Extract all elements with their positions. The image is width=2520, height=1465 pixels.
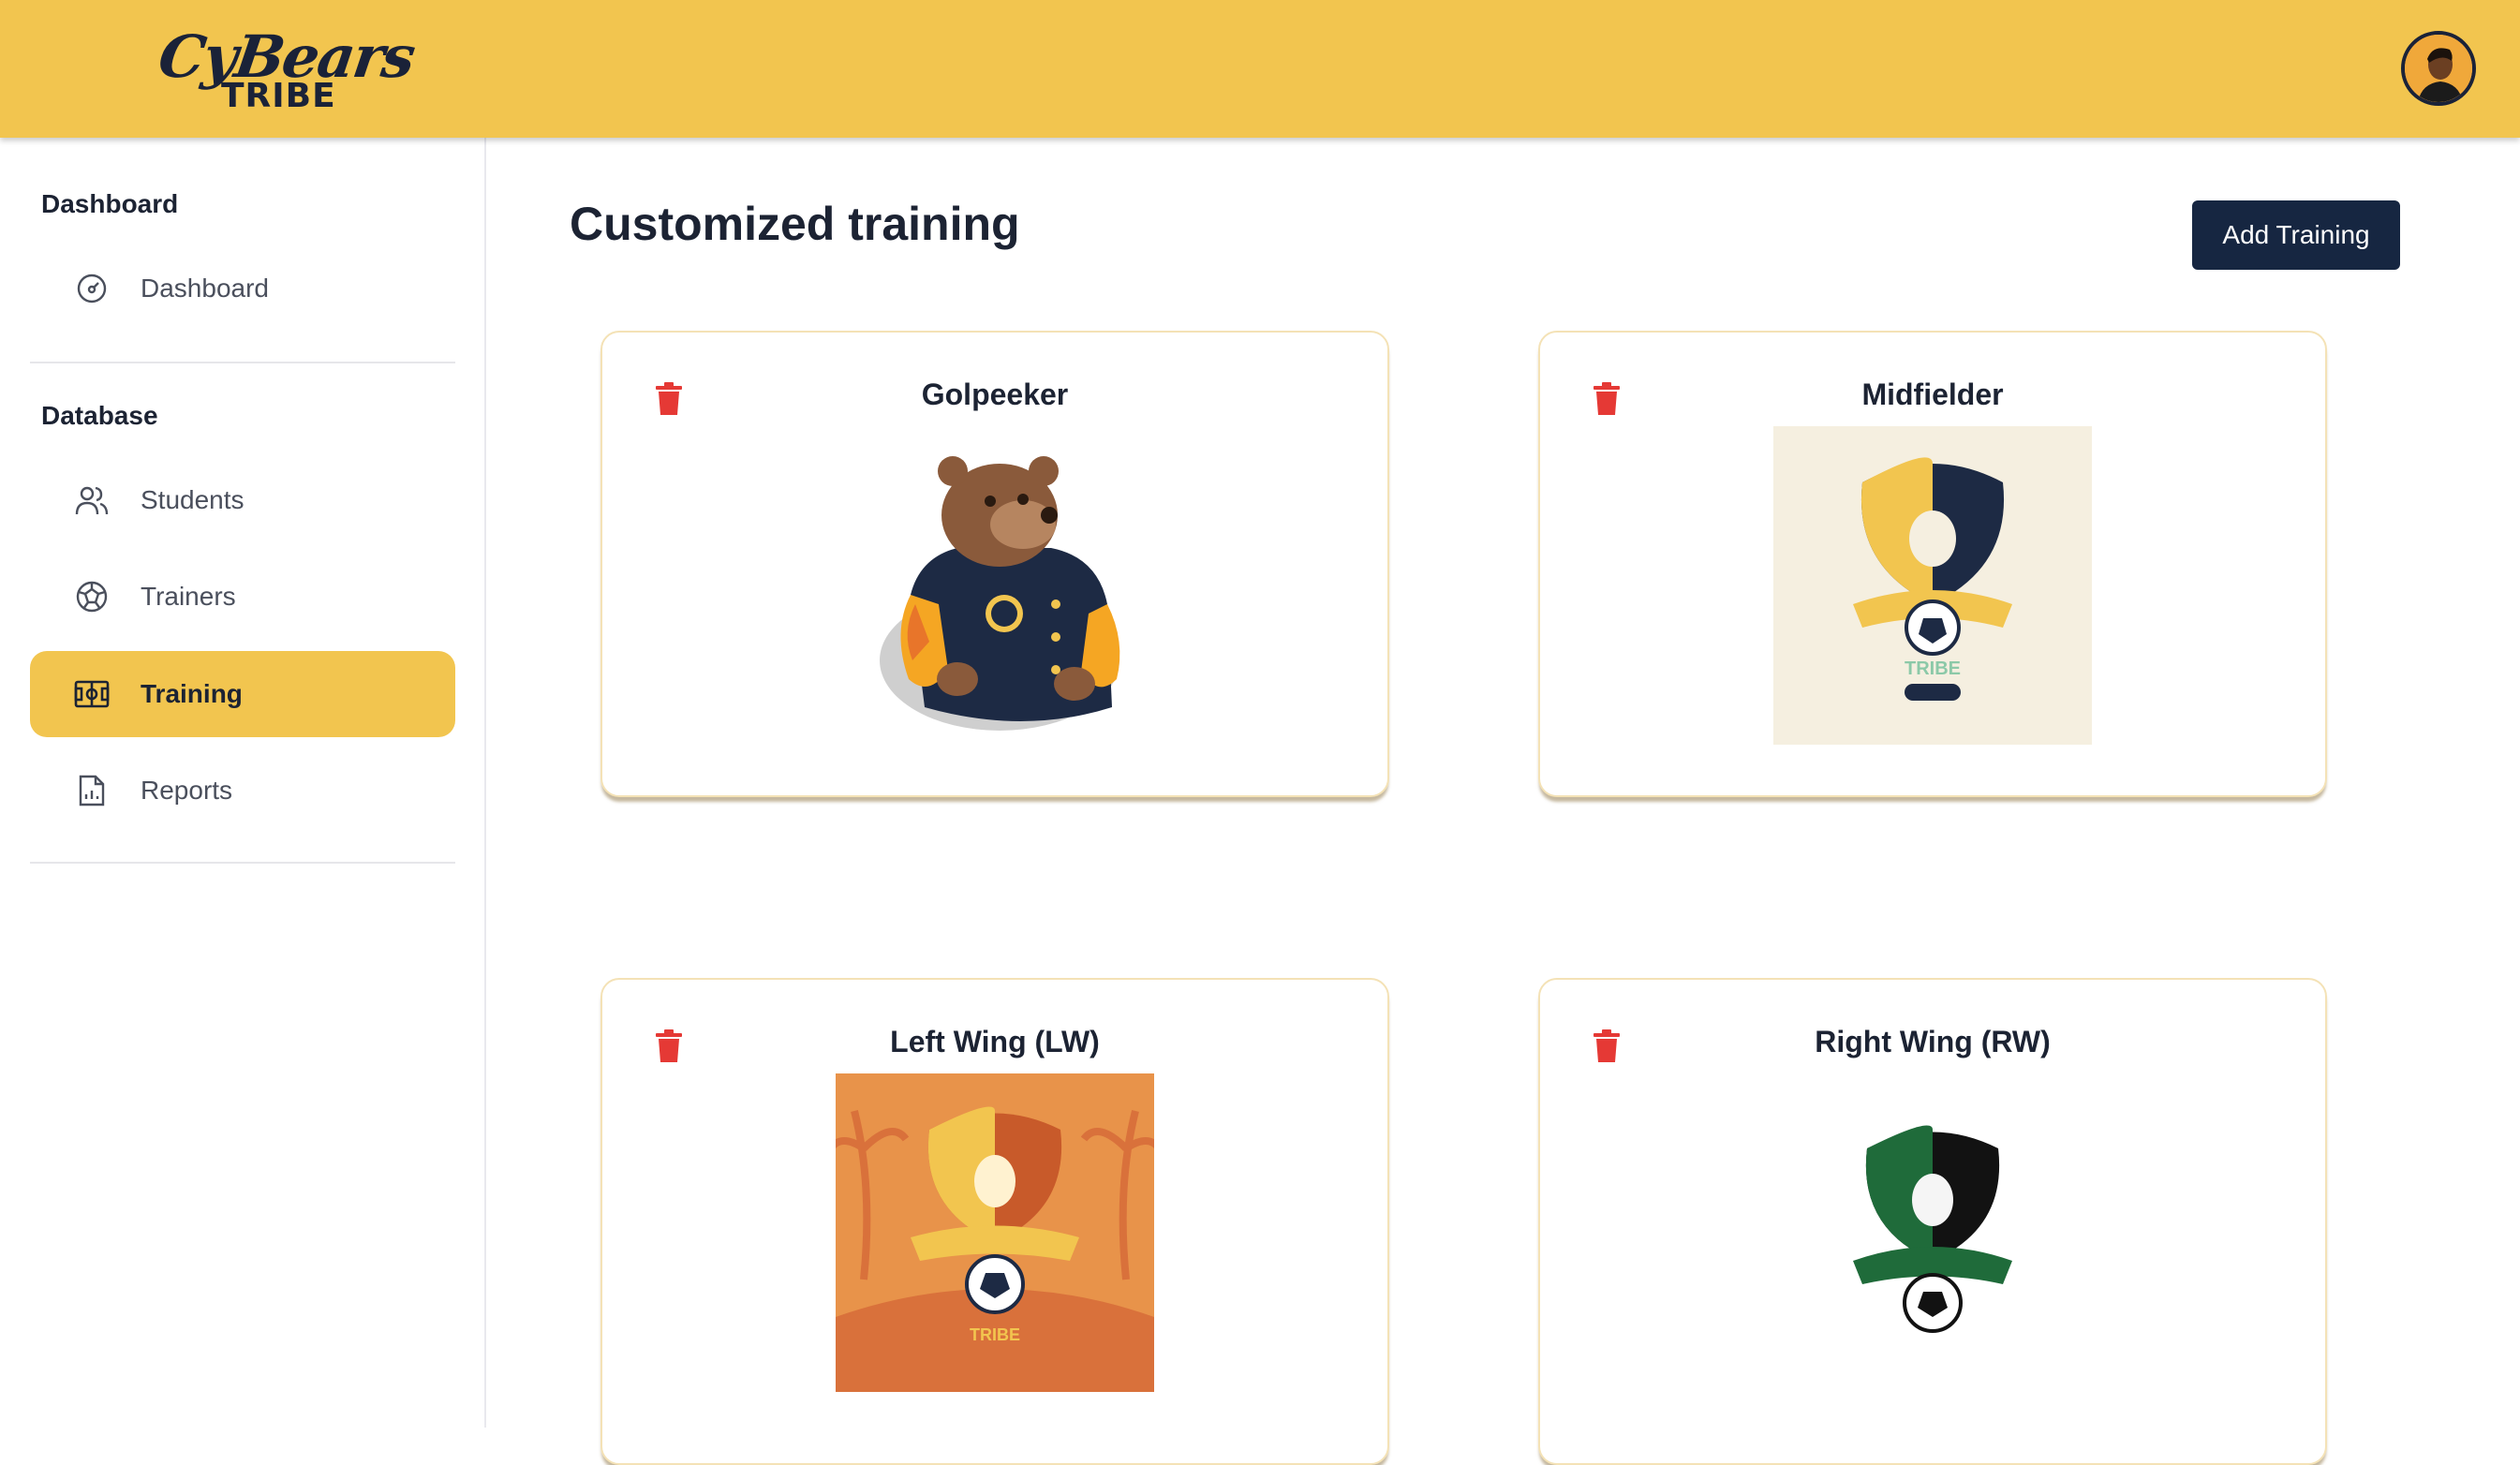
training-card-left-wing[interactable]: Left Wing (LW) TRIBE [600, 978, 1389, 1465]
users-icon [73, 481, 111, 519]
avatar[interactable] [2401, 31, 2476, 106]
add-training-button[interactable]: Add Training [2192, 200, 2400, 270]
user-avatar-icon [2405, 35, 2472, 102]
cybears-logo-orange-image: TRIBE [836, 1073, 1154, 1392]
cybears-logo-image: TRIBE [1773, 426, 2092, 745]
sidebar-section-dashboard: Dashboard [41, 189, 179, 218]
report-icon [73, 772, 111, 809]
sidebar-item-label: Students [141, 485, 245, 514]
sidebar-item-reports[interactable]: Reports [30, 747, 455, 834]
soccer-ball-icon [73, 578, 111, 615]
sidebar: Dashboard Dashboard Database Students Tr… [0, 138, 486, 1428]
cybears-logo[interactable]: CyBears TRIBE [155, 22, 418, 116]
training-card-goalkeeper[interactable]: Golpeeker [600, 331, 1389, 797]
training-card-right-wing[interactable]: Right Wing (RW) [1538, 978, 2327, 1465]
logo-tribe-text: TRIBE [221, 77, 336, 115]
page-title: Customized training [570, 198, 1020, 250]
sidebar-item-label: Trainers [141, 582, 236, 611]
sidebar-item-label: Dashboard [141, 274, 269, 303]
card-title: Right Wing (RW) [1815, 1025, 2051, 1058]
logo-tribe-text: TRIBE [970, 1325, 1020, 1344]
sidebar-item-students[interactable]: Students [30, 457, 455, 543]
sidebar-item-dashboard[interactable]: Dashboard [30, 245, 455, 332]
field-icon [73, 675, 111, 713]
card-title: Midfielder [1861, 377, 2004, 411]
sidebar-divider [30, 362, 455, 363]
sidebar-item-trainers[interactable]: Trainers [30, 554, 455, 640]
sidebar-item-label: Training [141, 679, 243, 708]
sidebar-section-database: Database [41, 401, 158, 430]
card-title: Golpeeker [921, 377, 1069, 411]
sidebar-item-training[interactable]: Training [30, 651, 455, 737]
sidebar-item-label: Reports [141, 776, 233, 805]
sidebar-divider [30, 862, 455, 864]
cybears-logo-green-image [1853, 1125, 2012, 1333]
bear-mascot-image [880, 456, 1120, 731]
gauge-icon [73, 270, 111, 307]
top-header: CyBears TRIBE [0, 0, 2520, 138]
logo-tribe-text: TRIBE [1905, 659, 1961, 679]
training-card-midfielder[interactable]: Midfielder TRIBE [1538, 331, 2327, 797]
card-title: Left Wing (LW) [890, 1025, 1100, 1058]
